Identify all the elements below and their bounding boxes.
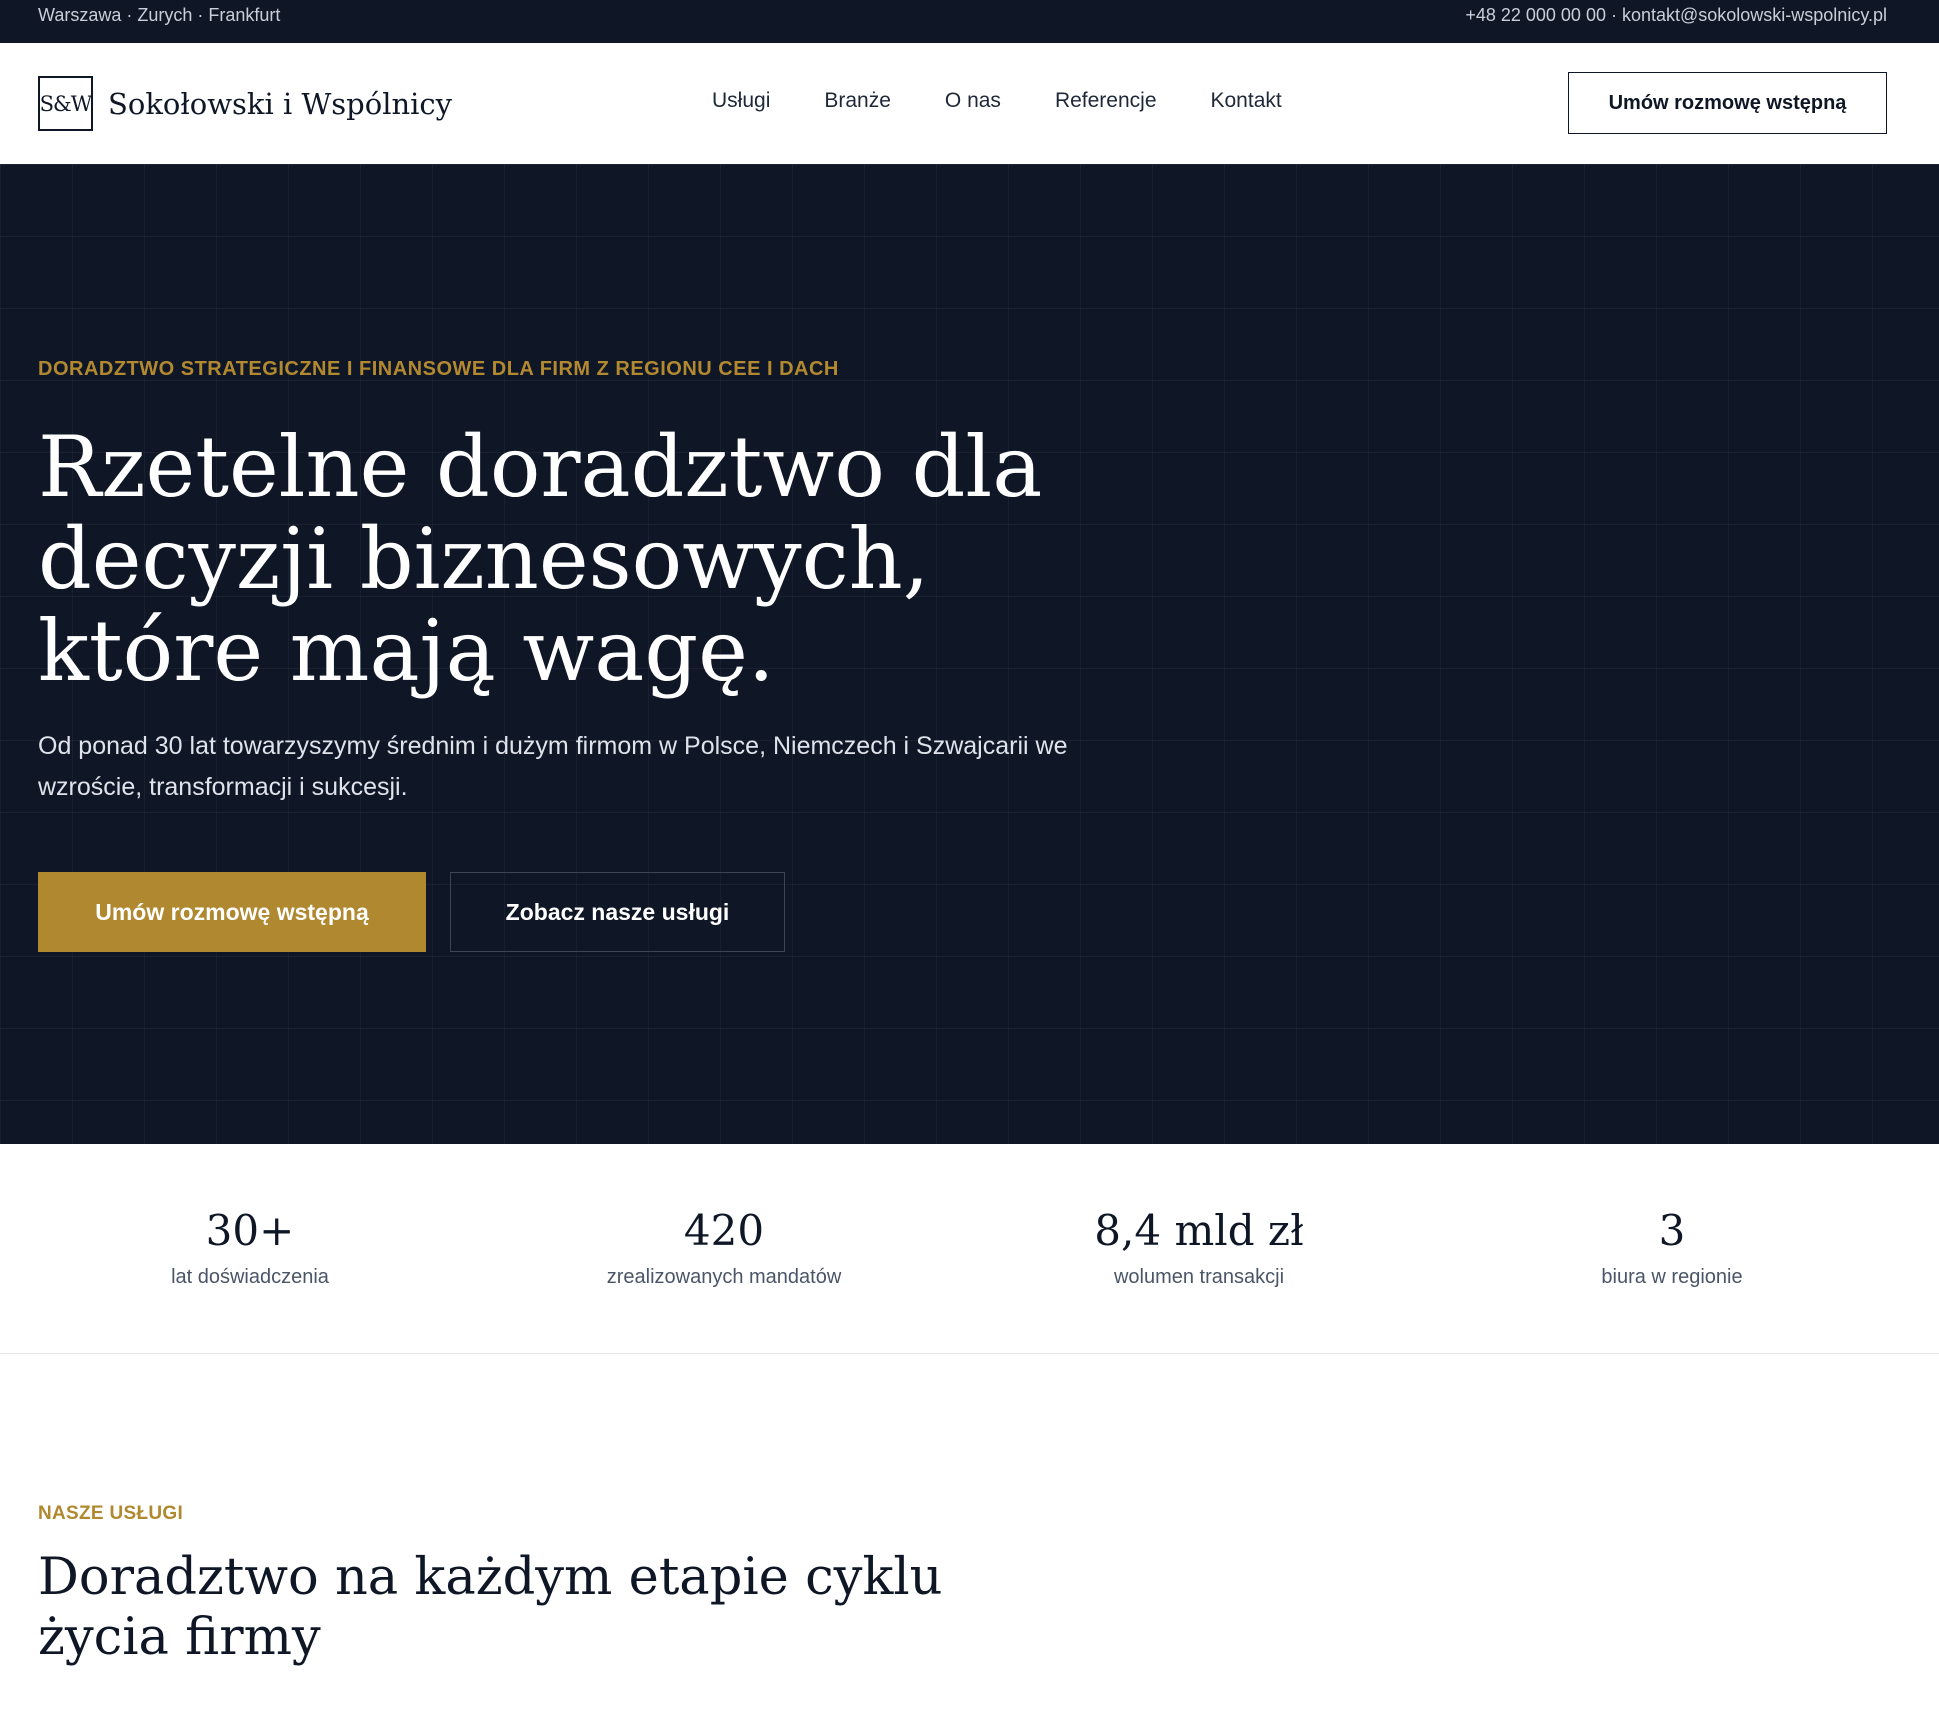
- nav-item-uslugi[interactable]: Usługi: [712, 89, 770, 113]
- hero-title-line: decyzji biznesowych,: [38, 510, 930, 608]
- nav-item-branze[interactable]: Branże: [824, 89, 891, 113]
- stat-item: 420 zrealizowanych mandatów: [524, 1206, 924, 1289]
- header-cta-button[interactable]: Umów rozmowę wstępną: [1568, 72, 1887, 134]
- view-services-button[interactable]: Zobacz nasze usługi: [450, 872, 785, 952]
- nav-item-referencje[interactable]: Referencje: [1055, 89, 1157, 113]
- book-consultation-button[interactable]: Umów rozmowę wstępną: [38, 872, 426, 952]
- stat-item: 8,4 mld zł wolumen transakcji: [999, 1206, 1399, 1289]
- nav-item-o-nas[interactable]: O nas: [945, 89, 1001, 113]
- logo-mark: S&W: [38, 76, 93, 131]
- stat-value: 30+: [205, 1206, 295, 1255]
- stat-label: lat doświadczenia: [171, 1266, 329, 1288]
- stats-section: 30+ lat doświadczenia 420 zrealizowanych…: [0, 1144, 1939, 1354]
- stat-label: wolumen transakcji: [1113, 1266, 1285, 1288]
- stat-value: 8,4 mld zł: [1094, 1206, 1304, 1255]
- stat-item: 3 biura w regionie: [1472, 1206, 1872, 1289]
- logo[interactable]: S&W Sokołowski i Wspólnicy: [38, 76, 452, 131]
- hero-title: Rzetelne doradztwo dla decyzji biznesowy…: [38, 421, 1118, 697]
- services-title-line: życia firmy: [38, 1608, 321, 1667]
- services-title: Doradztwo na każdym etapie cyklu życia f…: [38, 1548, 1038, 1668]
- nav-item-kontakt[interactable]: Kontakt: [1211, 89, 1282, 113]
- office-locations: Warszawa · Zurych · Frankfurt: [38, 5, 281, 25]
- main-nav: Usługi Branże O nas Referencje Kontakt: [712, 89, 1282, 113]
- hero-title-line: które mają wagę.: [38, 602, 775, 700]
- hero-eyebrow: DORADZTWO STRATEGICZNE I FINANSOWE DLA F…: [38, 358, 839, 380]
- top-bar: Warszawa · Zurych · Frankfurt +48 22 000…: [0, 0, 1939, 43]
- stat-item: 30+ lat doświadczenia: [50, 1206, 450, 1289]
- site-header: S&W Sokołowski i Wspólnicy Usługi Branże…: [0, 43, 1939, 164]
- stat-value: 420: [683, 1206, 765, 1255]
- stat-value: 3: [1658, 1206, 1686, 1255]
- services-title-line: Doradztwo na każdym etapie cyklu: [38, 1548, 943, 1607]
- hero-subtitle: Od ponad 30 lat towarzyszymy średnim i d…: [38, 732, 1068, 801]
- hero-title-line: Rzetelne doradztwo dla: [38, 418, 1043, 516]
- hero-section: DORADZTWO STRATEGICZNE I FINANSOWE DLA F…: [0, 164, 1939, 1144]
- stat-label: zrealizowanych mandatów: [606, 1266, 842, 1288]
- brand-name: Sokołowski i Wspólnicy: [108, 86, 453, 121]
- contact-info[interactable]: +48 22 000 00 00 · kontakt@sokolowski-ws…: [1465, 5, 1887, 26]
- services-eyebrow: NASZE USŁUGI: [38, 1503, 184, 1524]
- stat-label: biura w regionie: [1601, 1266, 1743, 1288]
